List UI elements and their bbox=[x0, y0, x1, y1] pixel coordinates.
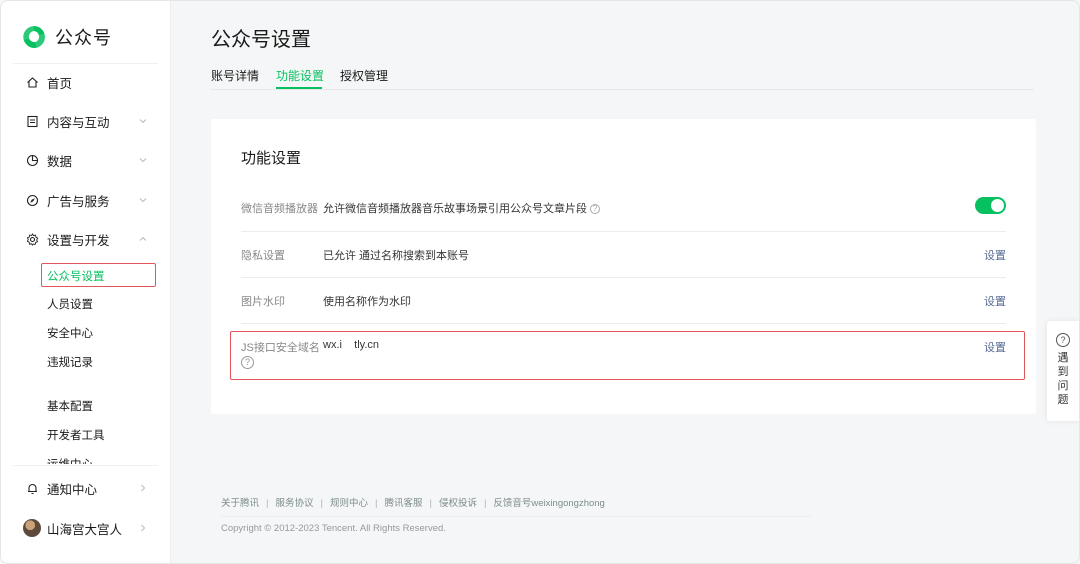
pie-chart-icon bbox=[25, 153, 39, 167]
sidebar-subitem-ops[interactable]: 运维中心 bbox=[47, 456, 93, 464]
sidebar-subitem-basic-config[interactable]: 基本配置 bbox=[47, 398, 93, 414]
card-title: 功能设置 bbox=[241, 150, 302, 167]
main-content: 公众号设置 账号详情 功能设置 授权管理 功能设置 微信音频播放器 允许微信音频… bbox=[171, 1, 1079, 563]
home-icon bbox=[25, 75, 39, 89]
privacy-settings-link[interactable]: 设置 bbox=[984, 247, 1006, 263]
sidebar-item-home[interactable]: 首页 bbox=[25, 70, 149, 94]
avatar bbox=[23, 519, 41, 537]
sidebar-item-ads[interactable]: 广告与服务 bbox=[25, 188, 149, 212]
float-help-label: 遇到问题 bbox=[1057, 352, 1069, 406]
brand[interactable]: 公众号 bbox=[21, 23, 112, 51]
sidebar-item-label: 广告与服务 bbox=[47, 194, 110, 209]
divider bbox=[221, 516, 811, 517]
footer-links: 关于腾讯 | 服务协议 | 规则中心 | 腾讯客服 | 侵权投诉 | 反馈音号weixingongz… bbox=[221, 498, 605, 509]
divider bbox=[13, 465, 158, 466]
sidebar: 公众号 首页 内容与互动 数据 广告与服务 设置与开发 公众号设置 人员设置 安… bbox=[1, 1, 171, 563]
footer-link[interactable]: 反馈音号weixingongzhong bbox=[493, 498, 604, 509]
setting-row-privacy: 隐私设置 已允许 通过名称搜索到本账号 设置 bbox=[241, 232, 1006, 278]
setting-value-text: 允许微信音频播放器音乐故事场景引用公众号文章片段 bbox=[323, 203, 587, 215]
compass-icon bbox=[25, 193, 39, 207]
footer-link[interactable]: 侵权投诉 bbox=[439, 498, 477, 509]
footer-link[interactable]: 服务协议 bbox=[275, 498, 313, 509]
sidebar-item-label: 通知中心 bbox=[47, 482, 98, 497]
help-icon[interactable]: ? bbox=[590, 204, 600, 214]
sidebar-subitem-dev-tools[interactable]: 开发者工具 bbox=[47, 427, 105, 443]
setting-label: 隐私设置 bbox=[241, 250, 285, 262]
highlight-box bbox=[230, 331, 1025, 380]
footer-link[interactable]: 规则中心 bbox=[330, 498, 368, 509]
sidebar-item-label: 首页 bbox=[47, 76, 73, 91]
sidebar-item-label: 设置与开发 bbox=[47, 233, 110, 248]
chevron-right-icon bbox=[141, 524, 146, 532]
sidebar-item-data[interactable]: 数据 bbox=[25, 148, 149, 172]
sidebar-item-notifications[interactable]: 通知中心 bbox=[25, 476, 149, 500]
tab-feature-settings[interactable]: 功能设置 bbox=[276, 67, 324, 84]
sidebar-subitem-account-settings[interactable]: 公众号设置 bbox=[41, 263, 156, 287]
copyright: Copyright © 2012-2023 Tencent. All Right… bbox=[221, 523, 446, 534]
sidebar-item-settings[interactable]: 设置与开发 bbox=[25, 227, 149, 251]
chevron-right-icon bbox=[141, 484, 146, 492]
bell-icon bbox=[25, 481, 39, 495]
sidebar-subitem-violations[interactable]: 违规记录 bbox=[47, 354, 93, 370]
setting-label: 图片水印 bbox=[241, 296, 285, 308]
tab-bar: 账号详情 功能设置 授权管理 bbox=[211, 65, 1034, 90]
setting-value: 允许微信音频播放器音乐故事场景引用公众号文章片段? bbox=[323, 200, 600, 216]
sidebar-item-account[interactable]: 山海宫大宫人 bbox=[23, 516, 149, 540]
chevron-down-icon bbox=[139, 158, 147, 163]
setting-value: 使用名称作为水印 bbox=[323, 296, 411, 308]
chevron-down-icon bbox=[139, 119, 147, 124]
setting-row-audio-player: 微信音频播放器 允许微信音频播放器音乐故事场景引用公众号文章片段? bbox=[241, 185, 1006, 231]
watermark-settings-link[interactable]: 设置 bbox=[984, 293, 1006, 309]
audio-player-toggle[interactable] bbox=[975, 197, 1006, 214]
sidebar-item-label: 内容与互动 bbox=[47, 115, 110, 130]
brand-name: 公众号 bbox=[55, 28, 112, 48]
account-name: 山海宫大宫人 bbox=[47, 522, 123, 537]
setting-row-watermark: 图片水印 使用名称作为水印 设置 bbox=[241, 278, 1006, 324]
setting-label: 微信音频播放器 bbox=[241, 203, 318, 215]
active-tab-indicator bbox=[276, 87, 322, 89]
divider bbox=[13, 63, 158, 64]
float-help-button[interactable]: ? 遇到问题 bbox=[1047, 321, 1079, 421]
setting-value: 已允许 通过名称搜索到本账号 bbox=[323, 250, 470, 262]
sidebar-subitem-people[interactable]: 人员设置 bbox=[47, 296, 93, 312]
tab-account-details[interactable]: 账号详情 bbox=[211, 67, 259, 84]
page-title: 公众号设置 bbox=[211, 29, 311, 51]
sidebar-subitem-security[interactable]: 安全中心 bbox=[47, 325, 93, 341]
document-icon bbox=[25, 114, 39, 128]
tab-authorization[interactable]: 授权管理 bbox=[340, 67, 388, 84]
sidebar-item-label: 数据 bbox=[47, 154, 73, 169]
app-window: 公众号 首页 内容与互动 数据 广告与服务 设置与开发 公众号设置 人员设置 安… bbox=[0, 0, 1080, 564]
chevron-up-icon bbox=[139, 236, 147, 241]
question-icon: ? bbox=[1056, 333, 1070, 347]
footer-link[interactable]: 腾讯客服 bbox=[384, 498, 422, 509]
footer-link[interactable]: 关于腾讯 bbox=[221, 498, 259, 509]
chevron-down-icon bbox=[139, 198, 147, 203]
sidebar-subitem-label: 公众号设置 bbox=[47, 271, 105, 283]
sidebar-item-content[interactable]: 内容与互动 bbox=[25, 109, 149, 133]
official-account-logo-icon bbox=[23, 26, 45, 48]
gear-icon bbox=[25, 232, 39, 246]
